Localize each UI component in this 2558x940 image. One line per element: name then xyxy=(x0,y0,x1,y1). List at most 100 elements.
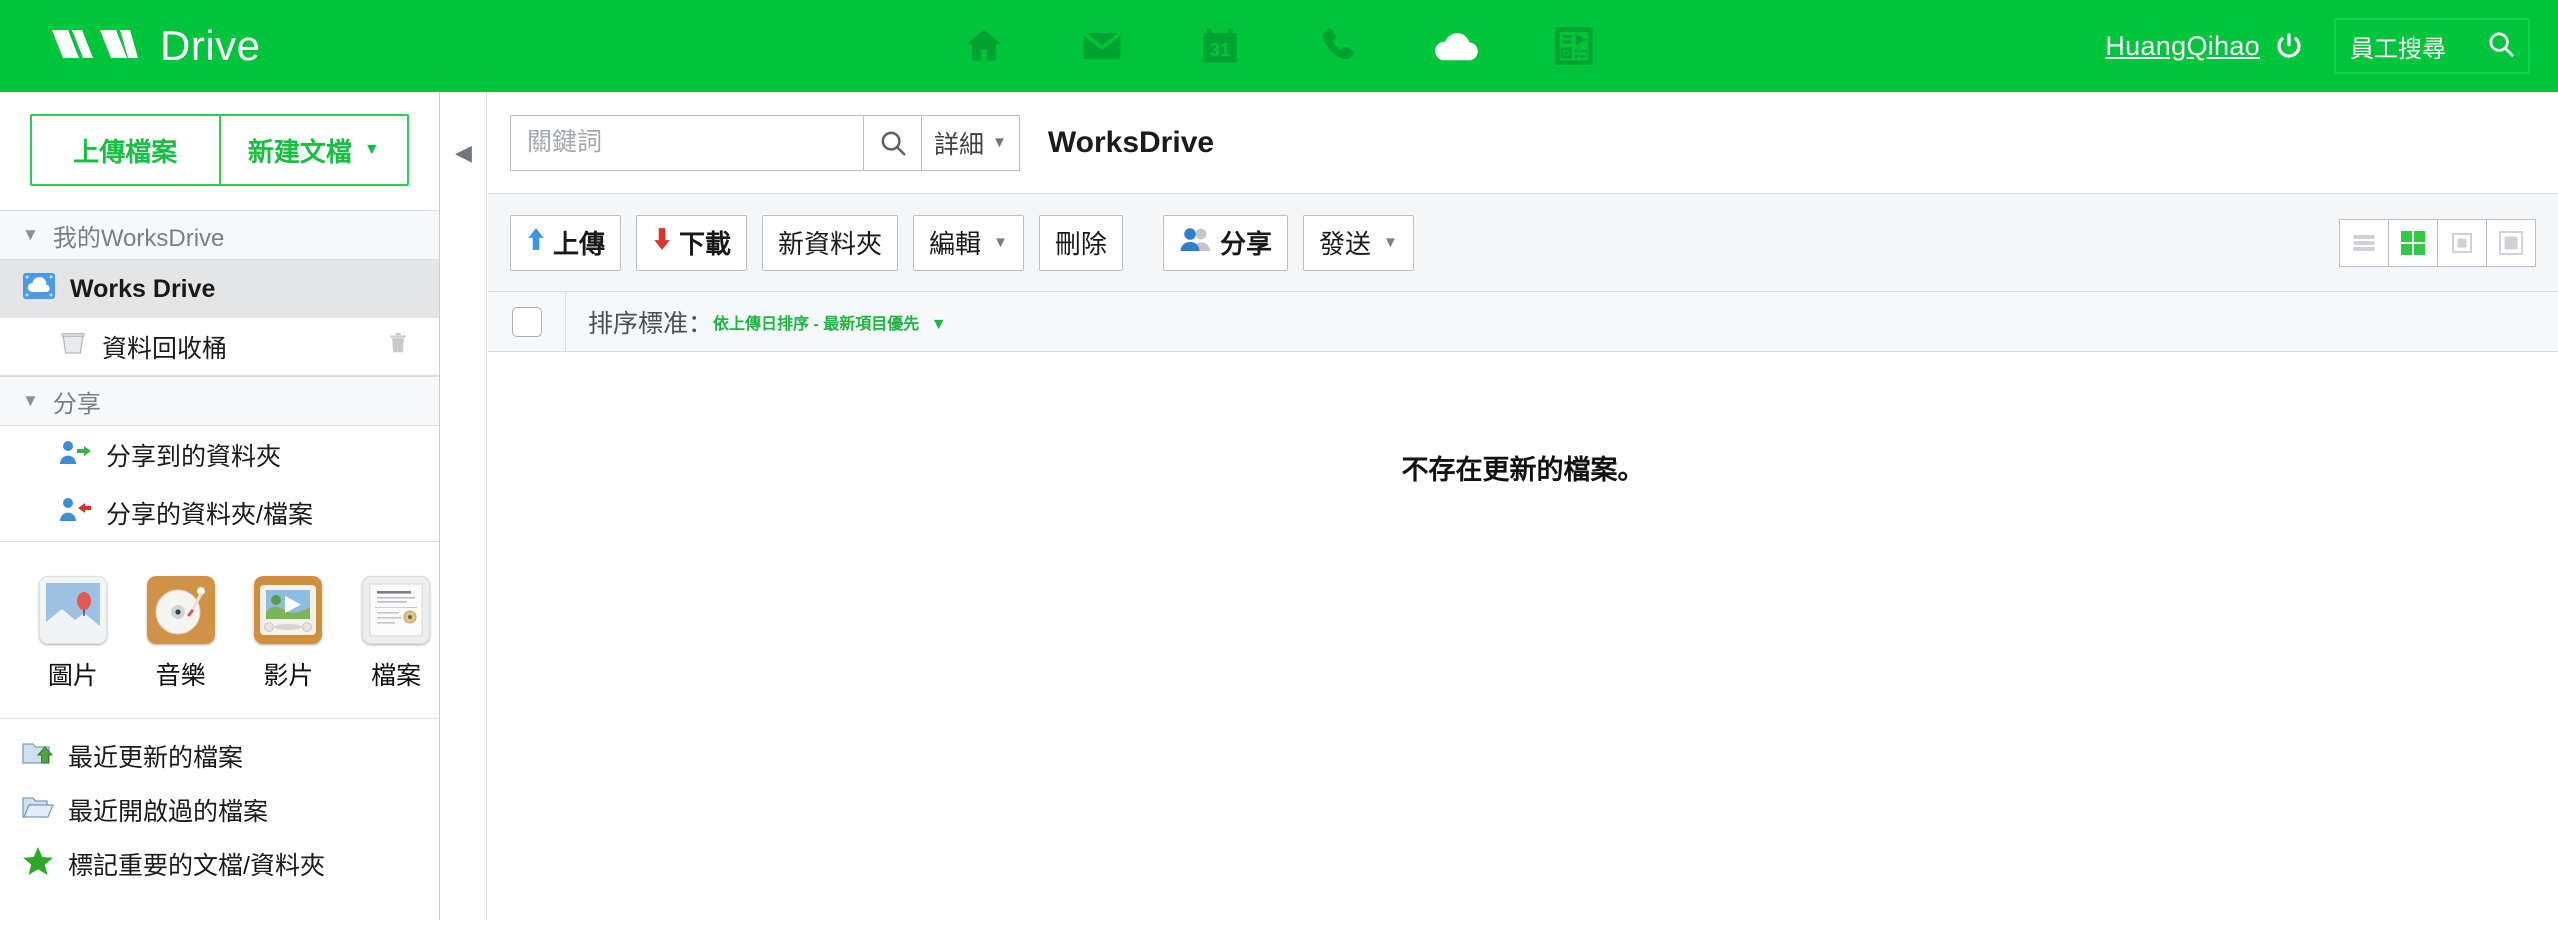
sidebar-collapse-rail: ◀ xyxy=(441,92,487,920)
wm-logo-icon xyxy=(46,27,138,66)
top-header: Drive 31 HuangQihao 員工搜尋 xyxy=(0,0,2558,92)
sidebar-item-recycle-bin[interactable]: 資料回收桶 xyxy=(0,318,439,376)
sidebar-section-title: 分享 xyxy=(52,390,101,418)
list-view-icon[interactable] xyxy=(2339,218,2389,267)
star-icon xyxy=(22,846,54,883)
file-list-area: 不存在更新的檔案。 xyxy=(488,352,2558,940)
sidebar-item-recently-updated[interactable]: 最近更新的檔案 xyxy=(0,729,439,783)
music-tile-icon xyxy=(146,576,215,644)
header-nav: 31 xyxy=(958,20,1600,72)
folder-up-icon xyxy=(22,739,54,774)
sidebar-quick-links: 最近更新的檔案 最近開啟過的檔案 標記重要的文檔/資料夾 xyxy=(0,718,439,891)
media-category-label: 影片 xyxy=(263,662,314,690)
document-tile-icon xyxy=(362,576,431,644)
sidebar-item-works-drive[interactable]: Works Drive xyxy=(0,260,439,318)
arrow-down-red-icon xyxy=(652,227,672,258)
media-category-label: 音樂 xyxy=(155,662,206,690)
arrow-up-blue-icon xyxy=(526,227,546,258)
video-tile-icon xyxy=(254,576,323,644)
sidebar-section-my-worksdrive[interactable]: ▼ 我的WorksDrive xyxy=(0,210,439,260)
toolbar-share-button[interactable]: 分享 xyxy=(1162,214,1288,271)
collapse-left-icon[interactable]: ◀ xyxy=(455,140,472,166)
body: 上傳檔案 新建文檔 ▼ ▼ 我的WorksDrive Works Drive 資… xyxy=(0,92,2558,920)
toolbar-button-label: 刪除 xyxy=(1054,229,1107,259)
upload-file-button[interactable]: 上傳檔案 xyxy=(32,116,219,184)
folder-open-icon xyxy=(22,793,54,828)
toolbar-upload-button[interactable]: 上傳 xyxy=(510,214,622,271)
sidebar-item-starred[interactable]: 標記重要的文檔/資料夾 xyxy=(0,837,439,891)
sidebar-actions: 上傳檔案 新建文檔 ▼ xyxy=(0,92,439,210)
sidebar: 上傳檔案 新建文檔 ▼ ▼ 我的WorksDrive Works Drive 資… xyxy=(0,92,440,920)
trash-icon[interactable] xyxy=(385,330,411,363)
power-icon[interactable] xyxy=(2274,31,2304,61)
search-bar-row: 詳細 ▼ WorksDrive xyxy=(488,92,2558,194)
new-document-label: 新建文檔 xyxy=(247,136,352,167)
home-icon[interactable] xyxy=(958,20,1010,72)
sidebar-item-recently-opened[interactable]: 最近開啟過的檔案 xyxy=(0,783,439,837)
chevron-down-icon: ▼ xyxy=(22,391,39,410)
toolbar-download-button[interactable]: 下載 xyxy=(636,214,748,271)
sidebar-item-shared-to-me[interactable]: 分享到的資料夾 xyxy=(0,426,439,484)
sidebar-item-shared-by-me[interactable]: 分享的資料夾/檔案 xyxy=(0,484,439,542)
toolbar-button-label: 上傳 xyxy=(553,229,606,259)
large-view-icon[interactable] xyxy=(2486,218,2536,267)
mail-icon[interactable] xyxy=(1076,20,1128,72)
chevron-down-icon: ▼ xyxy=(930,315,947,333)
brand[interactable]: Drive xyxy=(46,22,261,70)
employee-search-box[interactable]: 員工搜尋 xyxy=(2334,18,2530,74)
chevron-down-icon: ▼ xyxy=(1382,234,1398,251)
grid-view-icon[interactable] xyxy=(2388,218,2438,267)
users-icon xyxy=(1179,226,1213,259)
compact-view-icon[interactable] xyxy=(2437,218,2487,267)
cloud-icon[interactable] xyxy=(1430,20,1482,72)
sort-bar: 排序標准： 依上傳日排序 - 最新項目優先 ▼ xyxy=(488,291,2558,352)
page-title: WorksDrive xyxy=(1047,125,1215,159)
chevron-down-icon: ▼ xyxy=(992,134,1007,151)
media-category-label: 圖片 xyxy=(47,662,98,690)
sidebar-item-label: 分享的資料夾/檔案 xyxy=(106,500,313,529)
brand-name: Drive xyxy=(160,22,261,69)
sidebar-section-shared[interactable]: ▼ 分享 xyxy=(0,376,439,426)
sidebar-section-title: 我的WorksDrive xyxy=(52,224,225,252)
main-content: 詳細 ▼ WorksDrive 上傳 下載 新資料夾 xyxy=(488,92,2558,920)
media-board-icon[interactable] xyxy=(1548,20,1600,72)
recycle-bin-icon xyxy=(58,328,88,365)
sidebar-item-label: 最近更新的檔案 xyxy=(68,744,244,772)
media-category-pictures[interactable]: 圖片 xyxy=(30,576,116,692)
search-detail-button[interactable]: 詳細 ▼ xyxy=(921,115,1019,170)
view-toggle-group xyxy=(2339,218,2536,267)
sidebar-item-label: 標記重要的文檔/資料夾 xyxy=(68,852,325,880)
user-name-link[interactable]: HuangQihao xyxy=(2105,31,2260,62)
toolbar-button-label: 發送 xyxy=(1318,229,1371,259)
search-input[interactable] xyxy=(511,115,863,170)
search-button[interactable] xyxy=(863,115,921,170)
calendar-31-icon[interactable]: 31 xyxy=(1194,20,1246,72)
user-zone: HuangQihao 員工搜尋 xyxy=(2105,0,2558,92)
toolbar-edit-button[interactable]: 編輯 ▼ xyxy=(913,214,1024,271)
media-category-videos[interactable]: 影片 xyxy=(246,576,332,692)
media-category-music[interactable]: 音樂 xyxy=(138,576,224,692)
user-share-in-icon xyxy=(58,438,92,473)
media-category-label: 檔案 xyxy=(371,662,422,690)
user-share-out-icon xyxy=(58,495,92,530)
chevron-down-icon: ▼ xyxy=(993,234,1008,251)
media-category-files[interactable]: 檔案 xyxy=(353,576,439,692)
phone-icon[interactable] xyxy=(1312,20,1364,72)
toolbar-new-folder-button[interactable]: 新資料夾 xyxy=(762,214,899,271)
search-detail-label: 詳細 xyxy=(934,130,985,159)
empty-state-message: 不存在更新的檔案。 xyxy=(1401,455,1645,485)
svg-text:31: 31 xyxy=(1210,39,1230,60)
search-icon[interactable] xyxy=(2486,29,2516,64)
toolbar-button-label: 下載 xyxy=(679,229,732,259)
select-all-cell xyxy=(488,291,566,352)
sort-value-dropdown[interactable]: 依上傳日排序 - 最新項目優先 ▼ xyxy=(713,310,947,334)
keyword-search-box: 詳細 ▼ xyxy=(510,114,1020,171)
toolbar-send-button[interactable]: 發送 ▼ xyxy=(1302,214,1414,271)
sort-label: 排序標准： xyxy=(588,309,714,338)
toolbar-button-label: 新資料夾 xyxy=(778,229,883,259)
toolbar-delete-button[interactable]: 刪除 xyxy=(1038,214,1123,271)
new-document-button[interactable]: 新建文檔 ▼ xyxy=(218,116,407,184)
toolbar: 上傳 下載 新資料夾 編輯 ▼ 刪除 分享 發送 ▼ xyxy=(488,194,2558,292)
select-all-checkbox[interactable] xyxy=(511,306,542,337)
picture-tile-icon xyxy=(38,576,107,644)
